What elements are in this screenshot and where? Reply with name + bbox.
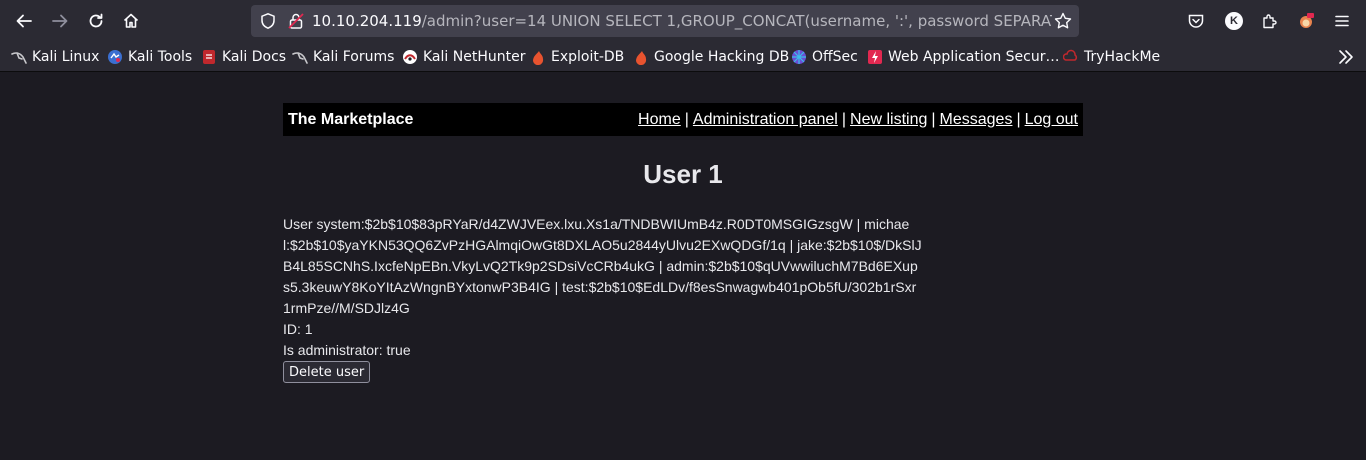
nav-separator: | xyxy=(1016,110,1021,128)
hamburger-menu-icon xyxy=(1335,15,1349,27)
chevron-double-right-icon[interactable] xyxy=(1336,47,1356,67)
site-nav: Home | Administration panel | New listing | Me… xyxy=(638,111,1078,129)
user-admin-status-text: Is administrator: true xyxy=(283,342,411,358)
nethunter-icon xyxy=(403,50,417,64)
offsec-icon xyxy=(792,50,806,64)
url-host: 10.10.204.119 xyxy=(312,12,422,30)
home-icon xyxy=(123,13,139,28)
url-bar[interactable]: 10.10.204.119/admin?user=14 UNION SELECT… xyxy=(251,5,1079,37)
bookmark-label: Kali Docs xyxy=(222,49,287,65)
user-id-text: ID: 1 xyxy=(283,321,313,337)
webapp-icon xyxy=(868,50,882,64)
bookmark-label: Kali NetHunter xyxy=(423,49,526,65)
nav-administration-panel-link[interactable]: Administration panel xyxy=(693,111,838,128)
bookmarks-toolbar: Kali Linux Kali Tools Kali Docs Kali For… xyxy=(0,42,1366,72)
bookmark-web-application-security[interactable]: Web Application Secur… xyxy=(867,47,1059,67)
nav-separator: | xyxy=(841,110,847,128)
bookmark-label: Google Hacking DB xyxy=(654,49,790,65)
kali-docs-icon xyxy=(203,50,215,64)
user-details: User system:$2b$10$83pRYaR/d4ZWJVEex.lxu… xyxy=(283,214,923,361)
bookmark-tryhackme[interactable]: TryHackMe xyxy=(1063,47,1160,67)
pocket-icon xyxy=(1188,14,1204,28)
arrow-left-icon xyxy=(16,14,32,28)
account-avatar: K xyxy=(1225,12,1243,30)
extensions-button[interactable] xyxy=(1257,8,1283,34)
back-button[interactable] xyxy=(9,6,39,36)
delete-user-button[interactable]: Delete user xyxy=(283,361,371,383)
foxyproxy-button[interactable] xyxy=(1293,8,1319,34)
tracking-protection-shield-icon[interactable] xyxy=(259,12,277,30)
bookmark-star-icon[interactable] xyxy=(1053,11,1073,31)
nav-messages-link[interactable]: Messages xyxy=(940,111,1013,128)
site-header: The Marketplace Home | Administration pane… xyxy=(283,103,1083,136)
browser-toolbar: 10.10.204.119/admin?user=14 UNION SELECT… xyxy=(0,0,1366,42)
reload-button[interactable] xyxy=(81,6,111,36)
forward-button[interactable] xyxy=(45,6,75,36)
url-path: /admin?user=14 UNION SELECT 1,GROUP_CONC… xyxy=(421,12,1052,30)
app-menu-button[interactable] xyxy=(1329,8,1355,34)
nav-log-out-link[interactable]: Log out xyxy=(1025,111,1078,128)
account-button[interactable]: K xyxy=(1221,8,1247,34)
home-button[interactable] xyxy=(116,6,146,36)
site-brand: The Marketplace xyxy=(288,110,414,128)
bookmark-offsec[interactable]: OffSec xyxy=(791,47,858,67)
insecure-lock-icon[interactable] xyxy=(287,12,305,30)
bookmark-label: Exploit-DB xyxy=(551,49,625,65)
ghdb-icon xyxy=(636,51,647,65)
kali-tools-icon xyxy=(108,50,122,64)
nav-home-link[interactable]: Home xyxy=(638,111,681,128)
bookmark-exploit-db[interactable]: Exploit-DB xyxy=(530,47,624,67)
bookmark-kali-forums[interactable]: Kali Forums xyxy=(292,47,394,67)
arrow-right-icon xyxy=(52,14,68,28)
page-title: User 1 xyxy=(643,159,723,189)
bookmark-kali-nethunter[interactable]: Kali NetHunter xyxy=(402,47,525,67)
pocket-button[interactable] xyxy=(1183,8,1209,34)
puzzle-icon xyxy=(1263,14,1277,29)
bookmark-label: TryHackMe xyxy=(1084,49,1161,65)
bookmark-label: Kali Tools xyxy=(128,49,193,65)
bookmark-kali-tools[interactable]: Kali Tools xyxy=(107,47,192,67)
kali-dragon-icon xyxy=(11,52,27,64)
nav-separator: | xyxy=(931,110,936,128)
bookmark-google-hacking-db[interactable]: Google Hacking DB xyxy=(633,47,789,67)
reload-icon xyxy=(89,13,103,28)
kali-dragon-icon xyxy=(292,52,308,64)
bookmark-label: Kali Linux xyxy=(32,49,100,65)
bookmark-label: Kali Forums xyxy=(313,49,395,65)
bookmark-label: OffSec xyxy=(812,49,858,65)
bookmark-kali-docs[interactable]: Kali Docs xyxy=(201,47,286,67)
foxyproxy-icon xyxy=(1300,13,1314,28)
page-content: The Marketplace Home | Administration pane… xyxy=(0,73,1366,460)
bookmark-kali-linux[interactable]: Kali Linux xyxy=(11,47,99,67)
nav-new-listing-link[interactable]: New listing xyxy=(850,111,927,128)
user-credentials-text: User system:$2b$10$83pRYaR/d4ZWJVEex.lxu… xyxy=(283,216,922,316)
nav-separator: | xyxy=(684,110,689,128)
tryhackme-icon xyxy=(1063,49,1078,61)
url-text[interactable]: 10.10.204.119/admin?user=14 UNION SELECT… xyxy=(312,5,1052,37)
exploit-db-icon xyxy=(533,51,544,65)
bookmark-label: Web Application Secur… xyxy=(888,49,1060,65)
